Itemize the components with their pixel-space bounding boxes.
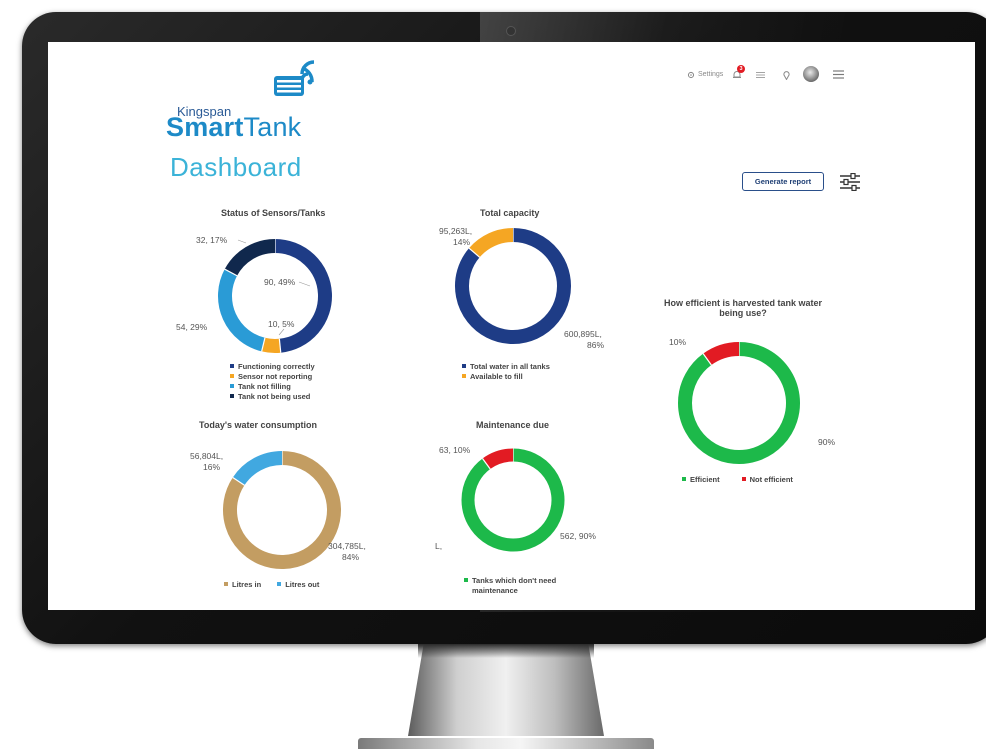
dashboard-screen: Kingspan SmartTank Settings 3 Dashboard … [48,42,975,610]
monitor-stand-base [358,738,654,749]
monitor-stand-shadow [418,644,594,658]
legend-item: Tanks which don't need [464,575,556,585]
maintenance-legend: Tanks which don't need maintenance [464,575,556,595]
legend-item-continued: maintenance [472,585,518,595]
maintenance-donut-chart[interactable] [48,42,975,610]
maintenance-label-stray: L, [435,541,443,551]
maintenance-label-due: 63, 10% [439,445,471,455]
webcam [506,26,516,36]
maintenance-label-ok: 562, 90% [560,531,596,541]
donut-slice-tanks-which-don-t-need-maintenance[interactable] [461,448,565,552]
donut-slice-tanks-which-need-maintenance[interactable] [482,448,514,470]
